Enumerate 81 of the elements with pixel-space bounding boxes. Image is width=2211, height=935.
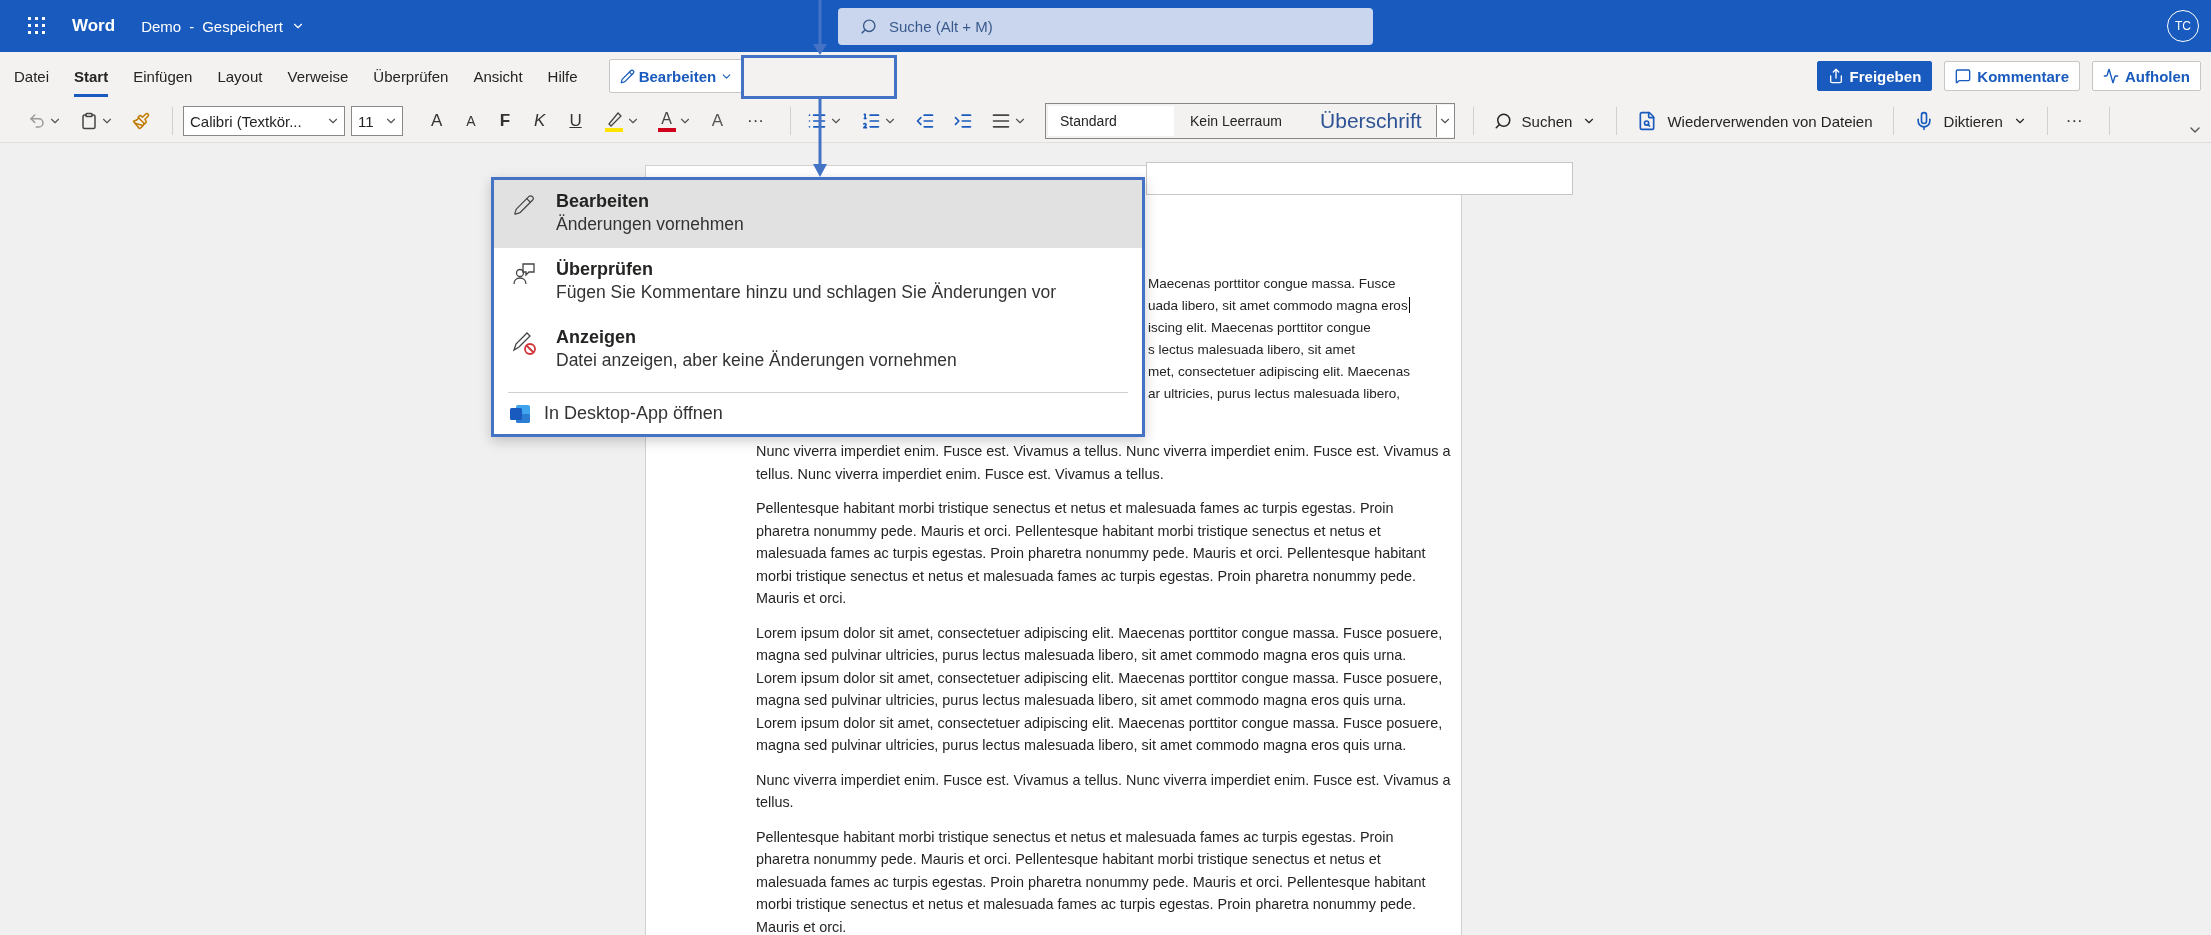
search-field[interactable]: Suche (Alt + M)	[838, 7, 1373, 45]
app-launcher-icon[interactable]	[28, 17, 46, 35]
pencil-blocked-icon	[511, 330, 537, 356]
italic-button[interactable]: K	[526, 109, 554, 133]
text-line: met, consectetuer adipiscing elit. Maecenas	[1148, 363, 1410, 379]
paragraph: Nunc viverra imperdiet enim. Fusce est. Vivamus a tellus. Nunc viverra imperdiet enim. Fusce est. Vivamus a tellus. Nunc viverra imperdiet enim. Fusce est. Vivamus a tellus.	[756, 442, 1451, 484]
numbered-list-icon	[861, 111, 882, 131]
word-logo-icon	[510, 404, 530, 423]
document-name: Demo	[141, 17, 182, 35]
action-button[interactable]: Aufholen	[2092, 61, 2201, 91]
menu-item-description: Änderungen vornehmen	[556, 213, 744, 236]
text-line: iscing elit. Maecenas porttitor congue	[1148, 319, 1371, 335]
bold-button[interactable]: F	[491, 109, 519, 133]
grow-font-button[interactable]: A	[423, 109, 451, 133]
open-desktop-item[interactable]: In Desktop-App öffnen	[494, 397, 1142, 434]
pencil-icon	[619, 68, 635, 84]
dictate-button[interactable]: Diktieren	[1903, 107, 2037, 135]
align-icon	[991, 111, 1012, 131]
font-color-bar	[657, 128, 676, 132]
annotation-arrow	[811, 0, 829, 56]
more-button[interactable]: ···	[739, 109, 773, 133]
search-icon	[1493, 112, 1512, 130]
reuse-files-button[interactable]: Wiederverwenden von Dateien	[1627, 107, 1883, 135]
highlighter-icon	[603, 110, 624, 132]
clipboard-icon	[80, 112, 98, 130]
undo-icon	[28, 112, 46, 130]
clear-formatting-button[interactable]: A	[703, 109, 732, 133]
font-name-dropdown[interactable]: Calibri (Textkör...	[183, 106, 345, 136]
share-icon	[1827, 68, 1844, 84]
menu-item-description: Datei anzeigen, aber keine Änderungen vornehmen	[556, 349, 957, 372]
paragraph: Pellentesque habitant morbi tristique senectus et netus et malesuada fames ac turpis egestas. Proin pharetra nonummy pede. Mauris et orci. Pellentesque habitant morbi tristique senectus et netus et malesuada fames ac turpis egestas. Proin pharetra nonummy pede. Mauris et orci. Pellentesque habitant morbi tristique senectus et netus et malesuada fames ac turpis egestas. Proin pharetra nonummy pede. Mauris et orci.	[756, 499, 1427, 608]
comment-icon	[1955, 68, 1972, 84]
menu-item[interactable]: Anzeigen Datei anzeigen, aber keine Änderungen vornehmen	[494, 316, 1142, 384]
ribbon-tab[interactable]: Einfügen	[133, 59, 193, 97]
text-line: uada libero, sit amet commodo magna eros	[1148, 297, 1408, 313]
style-option[interactable]: Überschrift	[1308, 106, 1434, 136]
paragraph: Nunc viverra imperdiet enim. Fusce est. Vivamus a tellus. Nunc viverra imperdiet enim. Fusce est. Vivamus a tellus.	[756, 770, 1451, 812]
ribbon-tab[interactable]: Überprüfen	[373, 59, 449, 97]
person-comment-icon	[512, 262, 536, 286]
outdent-icon	[915, 111, 936, 131]
menu-item-title: Überprüfen	[556, 258, 654, 281]
ribbon-tab[interactable]: Start	[74, 59, 109, 97]
indent-icon	[953, 111, 974, 131]
menu-item[interactable]: Überprüfen Fügen Sie Kommentare hinzu und schlagen Sie Änderungen vor	[494, 248, 1142, 316]
text-line: ar ultricies, purus lectus malesuada libero,	[1148, 385, 1401, 401]
menu-item-description: Fügen Sie Kommentare hinzu und schlagen Sie Änderungen vor	[556, 281, 1057, 304]
search-placeholder: Suche (Alt + M)	[889, 17, 993, 35]
ribbon-tab[interactable]: Verweise	[287, 59, 349, 97]
underline-button[interactable]: U	[561, 109, 590, 133]
style-option[interactable]: Standard	[1048, 106, 1175, 136]
shrink-font-button[interactable]: A	[458, 111, 484, 131]
font-size-dropdown[interactable]: 11	[351, 106, 403, 136]
text-line: Maecenas porttitor congue massa. Fusce	[1148, 275, 1396, 291]
gallery-expand-button[interactable]	[1435, 105, 1454, 137]
action-button[interactable]: Freigeben	[1816, 61, 1933, 91]
text-line: s lectus malesuada libero, sit amet	[1148, 341, 1356, 357]
font-color-button[interactable]: A	[651, 106, 698, 136]
search-icon	[860, 17, 877, 35]
paintbrush-icon	[132, 112, 150, 130]
title-separator: -	[189, 17, 195, 35]
menu-item-title: Anzeigen	[556, 326, 637, 349]
menu-item[interactable]: Bearbeiten Änderungen vornehmen	[494, 180, 1142, 248]
action-button[interactable]: Kommentare	[1944, 61, 2080, 91]
file-search-icon	[1637, 111, 1658, 131]
pulse-icon	[2103, 68, 2119, 84]
save-status[interactable]: Gespeichert	[202, 17, 283, 35]
find-button[interactable]: Suchen	[1483, 108, 1607, 134]
paragraph: Lorem ipsum dolor sit amet, consectetuer adipiscing elit. Maecenas porttitor congue massa. Fusce posuere, magna sed pulvinar ultricies, purus lectus malesuada libero, sit amet commodo magna eros quis urna. Lorem ipsum dolor sit amet, consectetuer adipiscing elit. Maecenas porttitor congue massa. Fusce posuere, magna sed pulvinar ultricies, purus lectus malesuada libero, sit amet commodo magna eros quis urna. Lorem ipsum dolor sit amet, consectetuer adipiscing elit. Maecenas porttitor congue massa. Fusce posuere, magna sed pulvinar ultricies, purus lectus malesuada libero, sit amet commodo magna eros quis urna.	[756, 623, 1444, 755]
text-cursor	[1408, 297, 1410, 313]
font-color-letter: A	[661, 110, 673, 128]
paragraph: Pellentesque habitant morbi tristique senectus et netus et malesuada fames ac turpis egestas. Proin pharetra nonummy pede. Mauris et orci. Pellentesque habitant morbi tristique senectus et netus et malesuada fames ac turpis egestas. Proin pharetra nonummy pede. Mauris et orci. Pellentesque habitant morbi tristique senectus et netus et malesuada fames ac turpis egestas. Proin pharetra nonummy pede. Mauris et orci.	[756, 827, 1427, 935]
ribbon-tab[interactable]: Hilfe	[547, 59, 578, 97]
menu-item-title: Bearbeiten	[556, 190, 651, 213]
ribbon-tab[interactable]: Datei	[14, 59, 50, 97]
ribbon-tab[interactable]: Ansicht	[473, 59, 523, 97]
style-option[interactable]: Kein Leerraum	[1178, 106, 1305, 136]
bullet-list-icon	[807, 111, 828, 131]
pencil-icon	[513, 194, 535, 216]
ribbon-tab[interactable]: Layout	[217, 59, 263, 97]
overflow-button[interactable]: ···	[2057, 109, 2091, 133]
app-name: Word	[72, 16, 116, 36]
